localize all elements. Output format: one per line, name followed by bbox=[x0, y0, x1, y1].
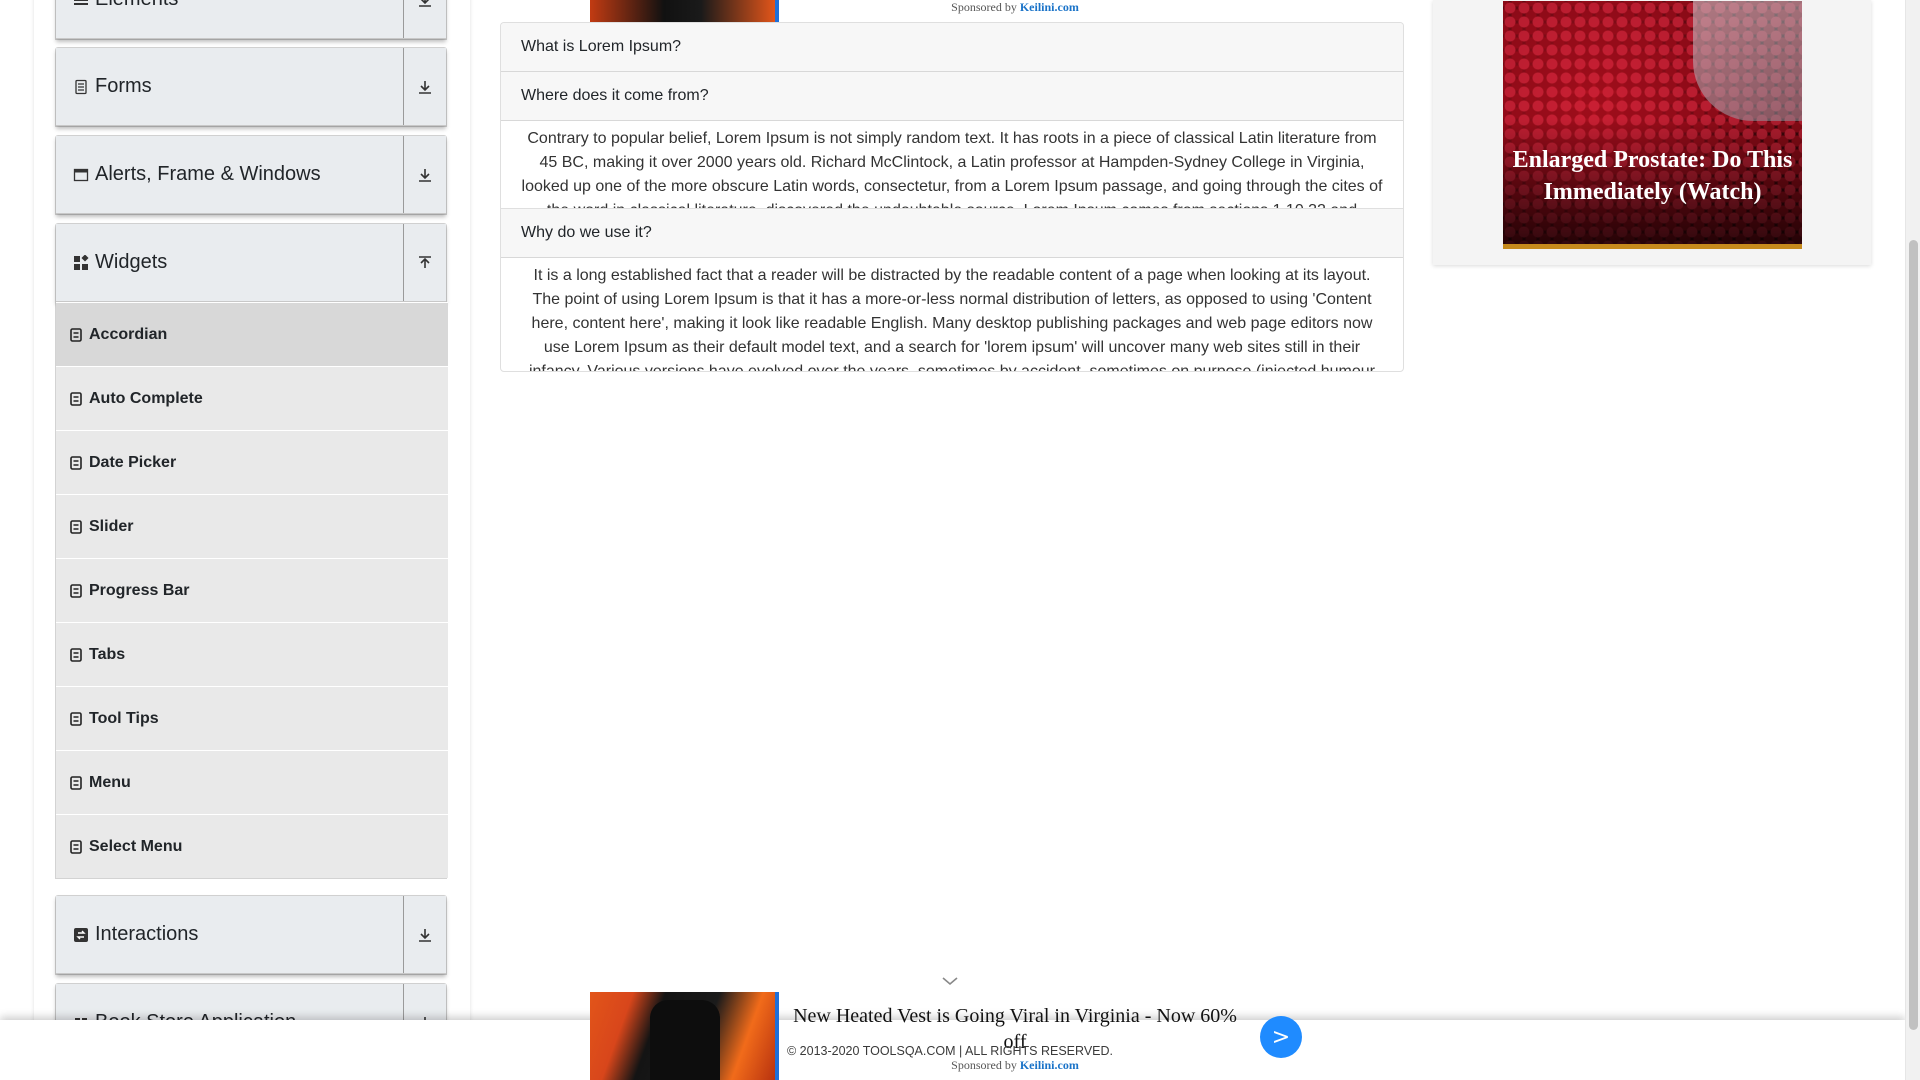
menu-item-icon bbox=[70, 647, 82, 662]
menu-item-icon bbox=[70, 391, 82, 406]
menu-item-icon bbox=[70, 455, 82, 470]
group-label: Interactions bbox=[95, 923, 199, 945]
group-label: Widgets bbox=[95, 251, 168, 273]
accordion-body-text: Contrary to popular belief, Lorem Ipsum … bbox=[521, 130, 1383, 208]
download-arrow-icon[interactable] bbox=[403, 896, 446, 973]
scrollbar-thumb[interactable] bbox=[1909, 240, 1918, 1030]
accordion-title: What is Lorem Ipsum? bbox=[521, 38, 682, 55]
menu-item-accordian[interactable]: Accordian bbox=[56, 302, 448, 366]
accordion-header-where-does-it-come-from[interactable]: Where does it come from? bbox=[501, 72, 1403, 121]
chevron-down-icon[interactable] bbox=[940, 974, 960, 988]
menu-item-label: Progress Bar bbox=[89, 581, 190, 599]
group-header[interactable]: Elements bbox=[56, 0, 446, 39]
menu-item-tool-tips[interactable]: Tool Tips bbox=[56, 686, 448, 750]
window-icon bbox=[73, 168, 89, 181]
page: Elements Forms Alerts, Frame & Windows bbox=[0, 0, 1920, 1080]
right-ad-image[interactable]: Enlarged Prostate: Do This Immediately (… bbox=[1503, 1, 1802, 249]
download-arrow-icon[interactable] bbox=[403, 48, 446, 125]
group-label: Alerts, Frame & Windows bbox=[95, 163, 321, 185]
elements-icon bbox=[74, 0, 88, 5]
bottom-ad-sponsor[interactable]: Sponsored by Keilini.com bbox=[865, 1058, 1165, 1073]
menu-item-label: Auto Complete bbox=[89, 389, 203, 407]
sponsor-link[interactable]: Keilini.com bbox=[1020, 0, 1079, 14]
bottom-ad-next-button[interactable]: > bbox=[1260, 1016, 1302, 1058]
interactions-icon bbox=[74, 927, 88, 942]
top-ad-sponsor[interactable]: Sponsored by Keilini.com bbox=[865, 0, 1165, 15]
download-arrow-icon[interactable] bbox=[403, 0, 446, 38]
menu-item-label: Accordian bbox=[89, 325, 168, 343]
menu-item-label: Select Menu bbox=[89, 837, 183, 855]
menu-item-icon bbox=[70, 583, 82, 598]
group-header[interactable]: Alerts, Frame & Windows bbox=[56, 136, 446, 214]
group-label: Elements bbox=[95, 0, 178, 11]
menu-item-select-menu[interactable]: Select Menu bbox=[56, 814, 448, 878]
accordion-title: Why do we use it? bbox=[521, 224, 652, 241]
widgets-icon bbox=[74, 254, 89, 270]
menu-item-label: Tool Tips bbox=[89, 709, 159, 727]
accordion-header-why-do-we-use-it[interactable]: Why do we use it? bbox=[501, 209, 1403, 258]
menu-item-label: Tabs bbox=[89, 645, 126, 663]
accordion-header-what-is-lorem-ipsum[interactable]: What is Lorem Ipsum? bbox=[501, 23, 1403, 72]
menu-item-label: Date Picker bbox=[89, 453, 177, 471]
accordion-body-why-do-we-use-it: It is a long established fact that a rea… bbox=[501, 258, 1403, 372]
menu-item-label: Menu bbox=[89, 773, 131, 791]
group-alerts-frame-windows[interactable]: Alerts, Frame & Windows bbox=[55, 135, 447, 215]
group-header[interactable]: Interactions bbox=[56, 896, 446, 974]
group-widgets[interactable]: Widgets Accordian Auto Complete Date Pic… bbox=[55, 223, 448, 879]
bottom-ad-image[interactable] bbox=[590, 992, 775, 1080]
group-label: Forms bbox=[95, 75, 152, 97]
group-elements[interactable]: Elements bbox=[55, 0, 447, 40]
group-header[interactable]: Forms bbox=[56, 48, 446, 126]
sponsor-link[interactable]: Keilini.com bbox=[1020, 1058, 1079, 1072]
menu-item-icon bbox=[70, 775, 82, 790]
vertical-scrollbar[interactable] bbox=[1905, 0, 1920, 1080]
ad-accent-strip bbox=[775, 0, 779, 22]
menu-item-menu[interactable]: Menu bbox=[56, 750, 448, 814]
ad-accent-strip bbox=[775, 992, 779, 1080]
group-header[interactable]: Widgets bbox=[56, 224, 446, 302]
accordion-title: Where does it come from? bbox=[521, 87, 709, 104]
top-ad-image[interactable] bbox=[590, 0, 775, 22]
menu-item-tabs[interactable]: Tabs bbox=[56, 622, 448, 686]
menu-item-label: Slider bbox=[89, 517, 134, 535]
menu-item-progress-bar[interactable]: Progress Bar bbox=[56, 558, 448, 622]
group-forms[interactable]: Forms bbox=[55, 47, 447, 127]
menu-item-icon bbox=[70, 711, 82, 726]
menu-item-icon bbox=[70, 327, 82, 342]
right-ad-bar bbox=[1503, 244, 1802, 249]
menu-item-icon bbox=[70, 519, 82, 534]
accordion-body-where-does-it-come-from: Contrary to popular belief, Lorem Ipsum … bbox=[501, 121, 1403, 209]
right-ad-title[interactable]: Enlarged Prostate: Do This Immediately (… bbox=[1503, 144, 1802, 208]
accordion: What is Lorem Ipsum? Where does it come … bbox=[500, 22, 1404, 372]
group-interactions[interactable]: Interactions bbox=[55, 895, 447, 975]
menu-item-auto-complete[interactable]: Auto Complete bbox=[56, 366, 448, 430]
menu-item-slider[interactable]: Slider bbox=[56, 494, 448, 558]
download-arrow-icon[interactable] bbox=[403, 136, 446, 213]
upload-arrow-icon[interactable] bbox=[403, 224, 446, 301]
form-icon bbox=[75, 79, 87, 94]
menu-item-date-picker[interactable]: Date Picker bbox=[56, 430, 448, 494]
footer-copyright: © 2013-2020 TOOLSQA.COM | ALL RIGHTS RES… bbox=[786, 1044, 1113, 1058]
menu-item-icon bbox=[70, 839, 82, 854]
accordion-body-text: It is a long established fact that a rea… bbox=[528, 267, 1376, 372]
